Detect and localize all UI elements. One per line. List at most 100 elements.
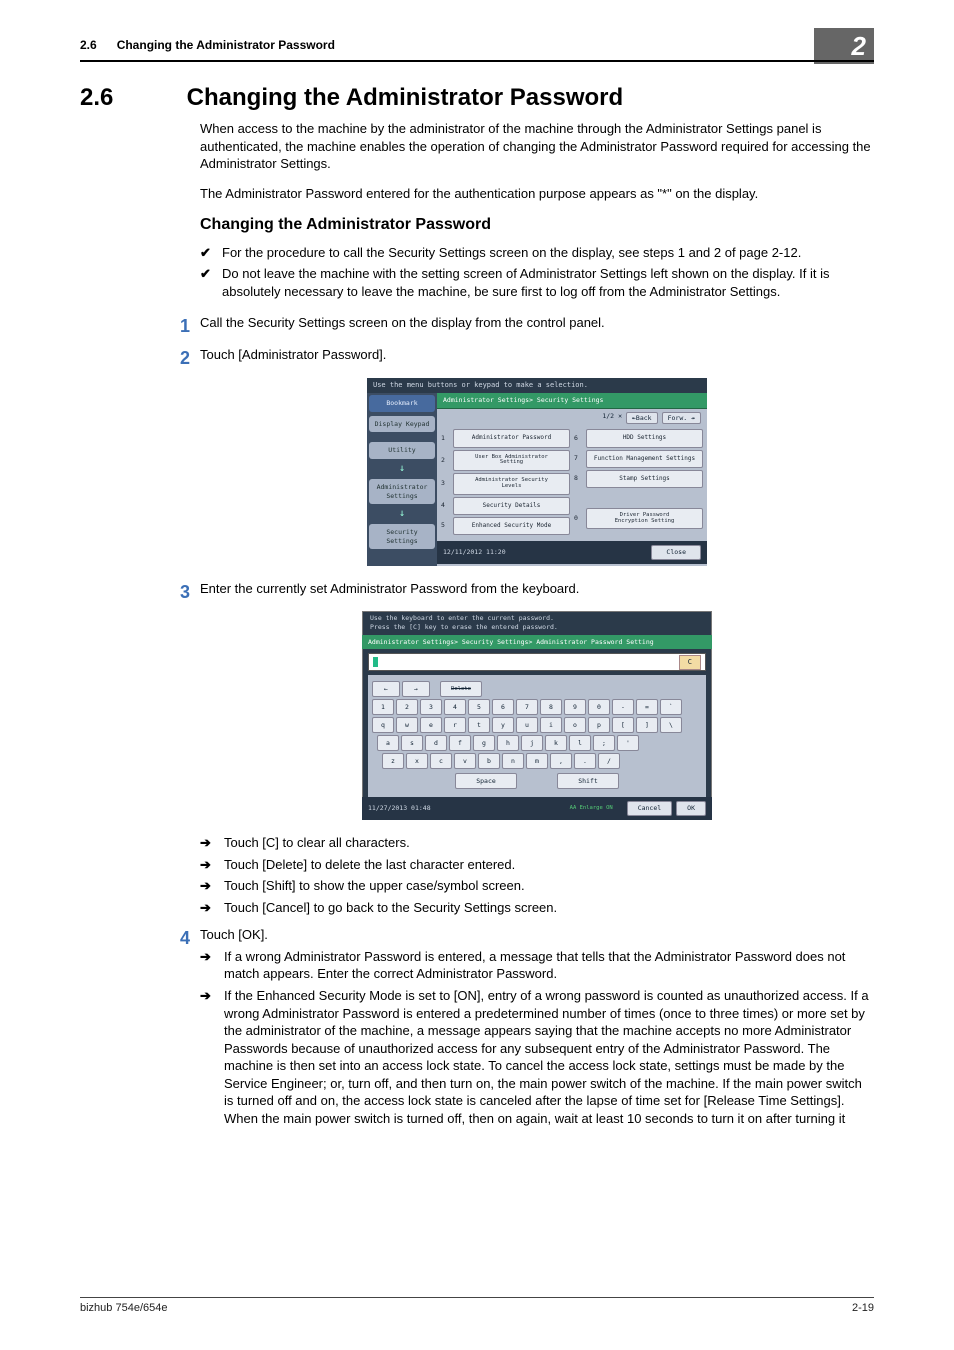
intro-paragraph-1: When access to the machine by the admini… (200, 120, 874, 173)
fig1-opt-driver-pw-enc[interactable]: Driver Password Encryption Setting (586, 508, 703, 530)
fig2-key[interactable]: 8 (540, 699, 562, 715)
fig2-key[interactable]: s (401, 735, 423, 751)
fig1-opt-enhanced-security[interactable]: Enhanced Security Mode (453, 517, 570, 535)
fig2-key[interactable]: ' (617, 735, 639, 751)
fig2-key[interactable]: f (449, 735, 471, 751)
fig2-key[interactable]: 9 (564, 699, 586, 715)
fig1-opt-admin-levels[interactable]: Administrator Security Levels (453, 473, 570, 495)
step4-sub-1: If a wrong Administrator Password is ent… (200, 948, 874, 983)
fig2-key[interactable]: \ (660, 717, 682, 733)
fig2-key[interactable]: v (454, 753, 476, 769)
fig2-enlarge-label[interactable]: AA Enlarge ON (570, 805, 613, 812)
arrow-right-icon[interactable]: → (402, 681, 430, 697)
fig2-space-key[interactable]: Space (455, 773, 517, 789)
check-list: For the procedure to call the Security S… (200, 244, 874, 301)
fig2-key[interactable]: p (588, 717, 610, 733)
step-number: 3 (160, 580, 190, 604)
fig2-key[interactable]: , (550, 753, 572, 769)
fig2-key[interactable]: g (473, 735, 495, 751)
fig1-tab-security-settings[interactable]: Security Settings (369, 524, 435, 550)
fig2-cancel-button[interactable]: Cancel (627, 801, 672, 816)
fig2-key[interactable]: y (492, 717, 514, 733)
fig2-clear-button[interactable]: C (679, 655, 701, 670)
footer-page-number: 2-19 (852, 1302, 874, 1314)
fig1-back-button[interactable]: ↞Back (626, 412, 658, 425)
fig2-key[interactable]: - (612, 699, 634, 715)
fig2-key[interactable]: j (521, 735, 543, 751)
fig2-key[interactable]: l (569, 735, 591, 751)
fig2-key[interactable]: ; (593, 735, 615, 751)
fig1-opt-security-details[interactable]: Security Details (453, 497, 570, 515)
fig2-key[interactable]: ] (636, 717, 658, 733)
fig1-tab-bookmark[interactable]: Bookmark (369, 395, 435, 412)
fig2-key[interactable]: z (382, 753, 404, 769)
fig2-key[interactable]: [ (612, 717, 634, 733)
fig1-tab-admin-settings[interactable]: Administrator Settings (369, 479, 435, 505)
fig2-key[interactable]: a (377, 735, 399, 751)
fig1-tab-display-keypad[interactable]: Display Keypad (369, 416, 435, 433)
fig2-key[interactable]: 7 (516, 699, 538, 715)
close-x-icon[interactable]: ✕ (618, 412, 622, 425)
fig2-key[interactable]: c (430, 753, 452, 769)
fig1-opt-admin-password[interactable]: Administrator Password (453, 429, 570, 447)
fig2-key[interactable]: n (502, 753, 524, 769)
fig2-key[interactable]: 3 (420, 699, 442, 715)
fig2-key[interactable]: d (425, 735, 447, 751)
fig2-key[interactable]: . (574, 753, 596, 769)
fig2-key[interactable]: m (526, 753, 548, 769)
fig2-key[interactable]: / (598, 753, 620, 769)
fig1-timestamp: 12/11/2012 11:20 (443, 548, 506, 557)
fig1-pager: 1/2 ✕ ↞Back Forw. ↠ (437, 409, 707, 428)
header-section-title: Changing the Administrator Password (117, 38, 335, 52)
fig2-key[interactable]: = (636, 699, 658, 715)
section-title: 2.6 Changing the Administrator Password (80, 84, 623, 112)
arrow-left-icon[interactable]: ← (372, 681, 400, 697)
fig1-opt-userbox-admin[interactable]: User Box Administrator Setting (453, 450, 570, 472)
fig2-key[interactable]: e (420, 717, 442, 733)
fig2-key[interactable]: b (478, 753, 500, 769)
fig2-key[interactable]: t (468, 717, 490, 733)
check-item-1: For the procedure to call the Security S… (200, 244, 874, 262)
fig2-key[interactable]: 5 (468, 699, 490, 715)
step3-sub-3: Touch [Shift] to show the upper case/sym… (200, 877, 874, 895)
fig2-key[interactable]: 4 (444, 699, 466, 715)
header-section-no: 2.6 (80, 38, 97, 52)
fig2-key[interactable]: w (396, 717, 418, 733)
fig2-key[interactable]: h (497, 735, 519, 751)
fig2-key[interactable]: 6 (492, 699, 514, 715)
fig2-password-field[interactable]: C (368, 653, 706, 671)
check-item-2: Do not leave the machine with the settin… (200, 265, 874, 300)
fig1-breadcrumb: Administrator Settings> Security Setting… (437, 393, 707, 409)
fig2-key[interactable]: 0 (588, 699, 610, 715)
step-number: 1 (160, 314, 190, 338)
fig1-forward-button[interactable]: Forw. ↠ (662, 412, 701, 425)
fig2-delete-key[interactable]: Delete (440, 681, 482, 697)
fig2-key[interactable]: 1 (372, 699, 394, 715)
fig2-key[interactable]: u (516, 717, 538, 733)
fig1-opt-stamp[interactable]: Stamp Settings (586, 470, 703, 488)
fig2-key[interactable]: 2 (396, 699, 418, 715)
fig2-key[interactable]: ` (660, 699, 682, 715)
fig1-tab-utility[interactable]: Utility (369, 442, 435, 459)
fig2-key[interactable]: q (372, 717, 394, 733)
fig2-key[interactable]: r (444, 717, 466, 733)
fig1-opt-hdd[interactable]: HDD Settings (586, 429, 703, 447)
header-rule (80, 60, 874, 62)
fig2-key[interactable]: x (406, 753, 428, 769)
step-1: 1 Call the Security Settings screen on t… (200, 314, 874, 332)
fig1-page-count: 1/2 (602, 412, 614, 425)
fig2-shift-key[interactable]: Shift (557, 773, 619, 789)
fig1-hint: Use the menu buttons or keypad to make a… (367, 378, 707, 393)
fig1-close-button[interactable]: Close (651, 545, 701, 560)
fig2-key[interactable]: i (540, 717, 562, 733)
fig1-opt-func-mgmt[interactable]: Function Management Settings (586, 450, 703, 468)
step-number: 2 (160, 346, 190, 370)
fig2-ok-button[interactable]: OK (676, 801, 706, 816)
step-2-text: Touch [Administrator Password]. (200, 346, 874, 364)
fig2-breadcrumb: Administrator Settings> Security Setting… (362, 635, 712, 650)
step3-sub-1: Touch [C] to clear all characters. (200, 834, 874, 852)
down-arrow-icon: ↓ (367, 507, 437, 521)
fig2-key[interactable]: k (545, 735, 567, 751)
fig1-left-tabs: Bookmark Display Keypad Utility ↓ Admini… (367, 393, 437, 566)
fig2-key[interactable]: o (564, 717, 586, 733)
